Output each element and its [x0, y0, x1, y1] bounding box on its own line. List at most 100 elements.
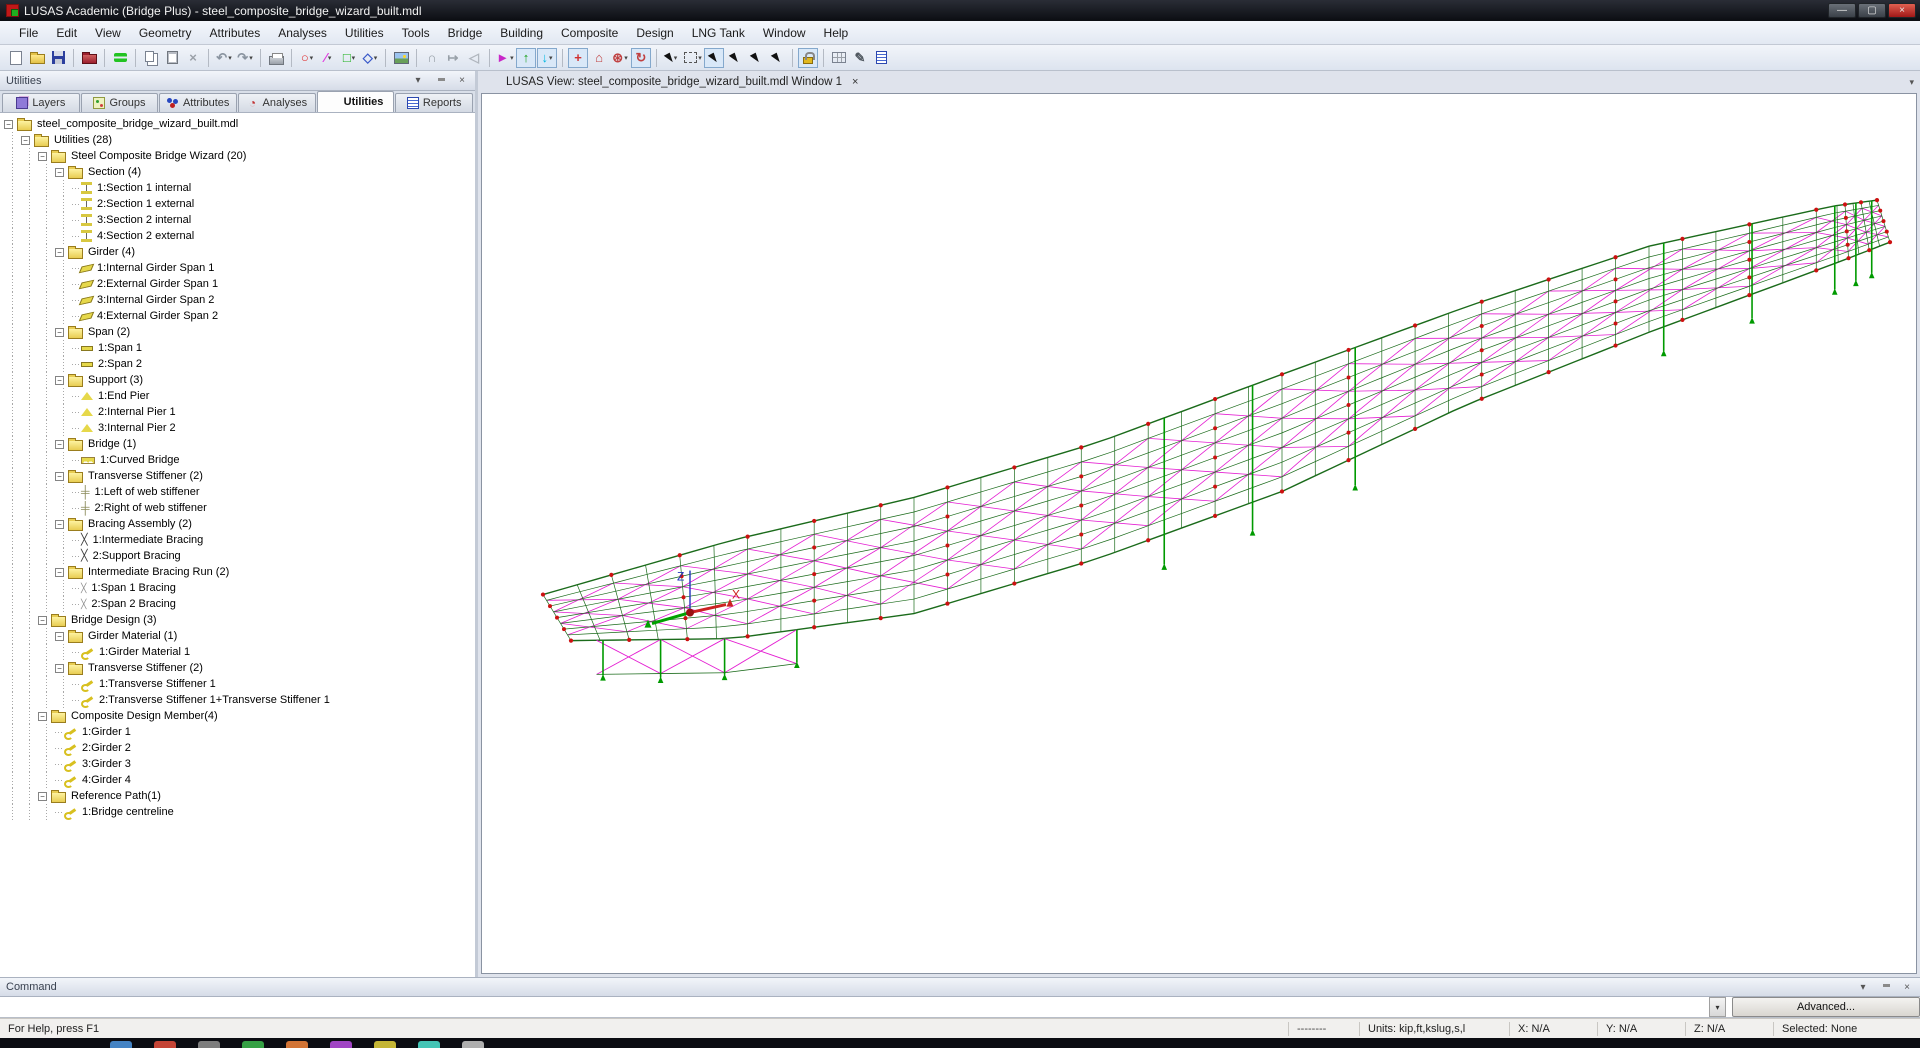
tree-collapse-icon[interactable]: − [55, 376, 64, 385]
tree-collapse-icon[interactable]: − [55, 568, 64, 577]
tree-item[interactable]: 2:Section 1 external [4, 196, 475, 212]
tree-item[interactable]: −Composite Design Member(4) [4, 708, 475, 724]
save-model-icon[interactable] [48, 48, 68, 68]
command-history-dropdown-icon[interactable]: ▾ [1709, 997, 1726, 1017]
menu-window[interactable]: Window [754, 23, 815, 43]
taskbar-app-icon[interactable] [330, 1041, 352, 1048]
tree-item[interactable]: −Bridge (1) [4, 436, 475, 452]
new-document-icon[interactable] [6, 48, 26, 68]
loading-arrow-icon[interactable]: ↓▾ [537, 48, 557, 68]
paste-icon[interactable] [162, 48, 182, 68]
tab-groups[interactable]: Groups [81, 93, 159, 112]
select-cursor-icon[interactable]: ▾ [662, 48, 682, 68]
redo-icon[interactable]: ↷▾ [235, 48, 255, 68]
surface-tool-icon[interactable]: □▾ [339, 48, 359, 68]
menu-file[interactable]: File [10, 23, 47, 43]
menu-edit[interactable]: Edit [47, 23, 86, 43]
tree-collapse-icon[interactable]: − [38, 616, 47, 625]
tree-item[interactable]: −Support (3) [4, 372, 475, 388]
panel-menu-icon[interactable]: ▾ [411, 75, 425, 86]
home-view-icon[interactable]: ⌂ [589, 48, 609, 68]
tree-item[interactable]: 2:Girder 2 [4, 740, 475, 756]
tree-collapse-icon[interactable]: − [55, 520, 64, 529]
layers-toggle-icon[interactable] [110, 48, 130, 68]
tree-collapse-icon[interactable]: − [38, 712, 47, 721]
zoom-cursor-icon[interactable] [767, 48, 787, 68]
menu-bridge[interactable]: Bridge [439, 23, 492, 43]
tab-reports[interactable]: Reports [395, 93, 473, 112]
tree-collapse-icon[interactable]: − [55, 248, 64, 257]
open-model-icon[interactable] [27, 48, 47, 68]
tree-collapse-icon[interactable]: − [38, 152, 47, 161]
tree-item[interactable]: 3:Internal Girder Span 2 [4, 292, 475, 308]
tree-item[interactable]: 1:End Pier [4, 388, 475, 404]
taskbar-app-icon[interactable] [242, 1041, 264, 1048]
panel-close-icon[interactable]: × [455, 75, 469, 86]
tree-collapse-icon[interactable]: − [55, 632, 64, 641]
tree-item[interactable]: −Transverse Stiffener (2) [4, 468, 475, 484]
annotate-icon[interactable]: ✎ [850, 48, 870, 68]
menu-design[interactable]: Design [627, 23, 682, 43]
tree-item[interactable]: −Span (2) [4, 324, 475, 340]
advanced-button[interactable]: Advanced... [1732, 997, 1920, 1017]
tree-item[interactable]: 4:External Girder Span 2 [4, 308, 475, 324]
cone-tool-icon[interactable]: ◁ [464, 48, 484, 68]
maximize-button[interactable]: ▢ [1858, 3, 1886, 18]
menu-attributes[interactable]: Attributes [201, 23, 270, 43]
tree-item[interactable]: −Section (4) [4, 164, 475, 180]
modify-cursor-icon[interactable] [704, 48, 724, 68]
delete-icon[interactable]: × [183, 48, 203, 68]
undo-icon[interactable]: ↶▾ [214, 48, 234, 68]
menu-utilities[interactable]: Utilities [336, 23, 393, 43]
tree-item[interactable]: −steel_composite_bridge_wizard_built.mdl [4, 116, 475, 132]
tree-item[interactable]: 3:Girder 3 [4, 756, 475, 772]
tree-item[interactable]: −Steel Composite Bridge Wizard (20) [4, 148, 475, 164]
lock-icon[interactable] [798, 48, 818, 68]
tree-item[interactable]: −Transverse Stiffener (2) [4, 660, 475, 676]
tree-item[interactable]: −Girder Material (1) [4, 628, 475, 644]
tree-item[interactable]: ╳2:Support Bracing [4, 548, 475, 564]
view-tab-scroll-icon[interactable]: ▾ [1909, 77, 1914, 88]
tree-collapse-icon[interactable]: − [21, 136, 30, 145]
view-tab[interactable]: LUSAS View: steel_composite_bridge_wizar… [506, 76, 842, 88]
sweep-tool-icon[interactable]: ↦ [443, 48, 463, 68]
tree-item[interactable]: ╪1:Left of web stiffener [4, 484, 475, 500]
tree-item[interactable]: 1:Girder Material 1 [4, 644, 475, 660]
tree-item[interactable]: ╳1:Span 1 Bracing [4, 580, 475, 596]
tree-collapse-icon[interactable]: − [55, 440, 64, 449]
taskbar-app-icon[interactable] [154, 1041, 176, 1048]
tree-item[interactable]: 2:Span 2 [4, 356, 475, 372]
copy-icon[interactable] [141, 48, 161, 68]
tree-item[interactable]: 1:Transverse Stiffener 1 [4, 676, 475, 692]
menu-help[interactable]: Help [815, 23, 858, 43]
menu-analyses[interactable]: Analyses [269, 23, 336, 43]
windows-taskbar[interactable] [0, 1038, 1920, 1048]
menu-tools[interactable]: Tools [393, 23, 439, 43]
taskbar-app-icon[interactable] [418, 1041, 440, 1048]
box-select-icon[interactable]: ▾ [683, 48, 703, 68]
tree-item[interactable]: 1:Bridge centreline [4, 804, 475, 820]
menu-composite[interactable]: Composite [552, 23, 627, 43]
volume-tool-icon[interactable]: ◇▾ [360, 48, 380, 68]
tab-utilities[interactable]: Utilities [317, 91, 395, 112]
dynamic-pan-icon[interactable]: + [568, 48, 588, 68]
rotate-cursor-icon[interactable] [746, 48, 766, 68]
line-tool-icon[interactable]: ∕▾ [318, 48, 338, 68]
tree-item[interactable]: ╳2:Span 2 Bracing [4, 596, 475, 612]
tree-item[interactable]: 2:Transverse Stiffener 1+Transverse Stif… [4, 692, 475, 708]
tree-collapse-icon[interactable]: − [55, 168, 64, 177]
menu-view[interactable]: View [86, 23, 130, 43]
tree-item[interactable]: −Girder (4) [4, 244, 475, 260]
select-mesh-icon[interactable]: ►▾ [495, 48, 515, 68]
tree-item[interactable]: −Reference Path(1) [4, 788, 475, 804]
tree-item[interactable]: 1:Girder 1 [4, 724, 475, 740]
menu-geometry[interactable]: Geometry [130, 23, 201, 43]
tree-collapse-icon[interactable]: − [55, 328, 64, 337]
tree-item[interactable]: ╪2:Right of web stiffener [4, 500, 475, 516]
tree-item[interactable]: 3:Internal Pier 2 [4, 420, 475, 436]
tree-collapse-icon[interactable]: − [38, 792, 47, 801]
close-button[interactable]: × [1888, 3, 1916, 18]
tree-item[interactable]: 2:Internal Pier 1 [4, 404, 475, 420]
element-axes-icon[interactable]: ↑ [516, 48, 536, 68]
command-close-icon[interactable]: × [1900, 982, 1914, 993]
